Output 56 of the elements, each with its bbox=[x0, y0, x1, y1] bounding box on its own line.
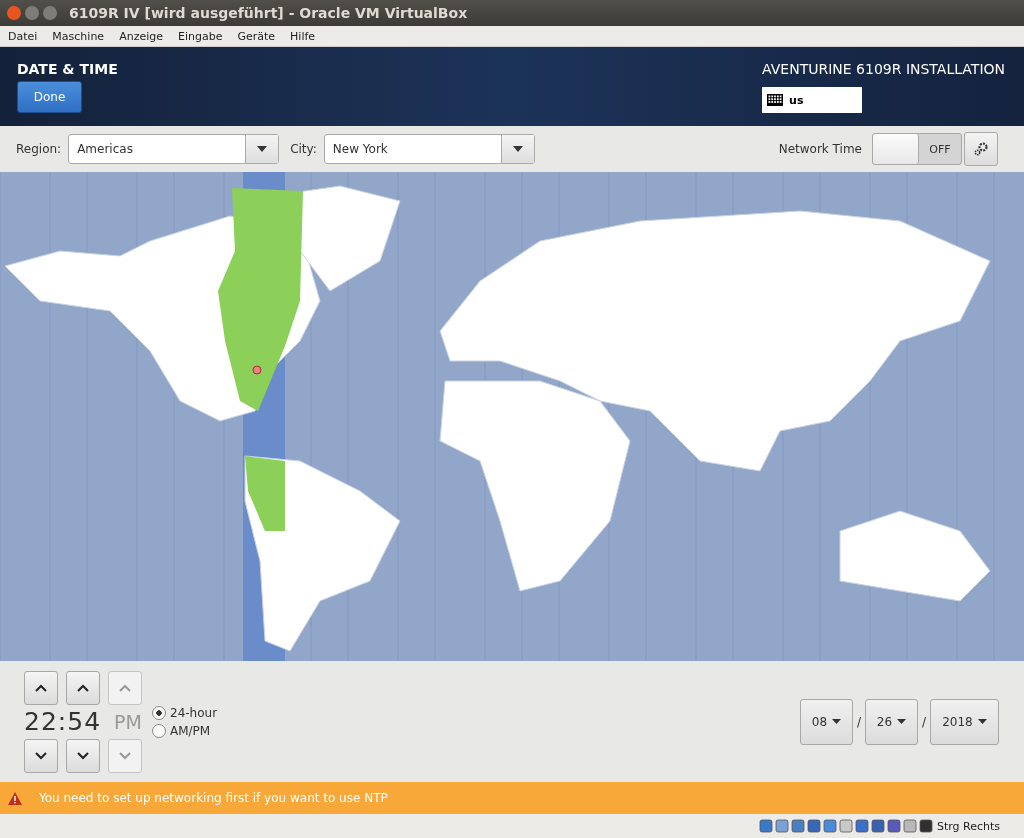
date-dropdown[interactable]: 26 bbox=[864, 698, 918, 745]
product-title: AVENTURINE 6109R INSTALLATION bbox=[762, 61, 1005, 77]
network-time-switch[interactable]: OFF bbox=[872, 133, 962, 165]
caret-icon bbox=[257, 146, 268, 152]
hour-down-button[interactable] bbox=[24, 738, 58, 773]
chevron-up-icon bbox=[35, 683, 47, 692]
minimize-button[interactable] bbox=[25, 6, 39, 20]
maximize-button[interactable] bbox=[43, 6, 57, 20]
menu-item[interactable]: Hilfe bbox=[282, 29, 323, 43]
close-button[interactable] bbox=[7, 6, 21, 20]
keyboard-layout-indicator[interactable]: us bbox=[762, 87, 863, 113]
caret-icon bbox=[977, 719, 987, 724]
hour-up-button[interactable] bbox=[24, 670, 58, 705]
host-key-label: Strg Rechts bbox=[936, 819, 1000, 833]
city-label: City: bbox=[290, 142, 317, 156]
window-title: 6109R IV [wird ausgeführt] - Oracle VM VirtualBox bbox=[69, 5, 468, 21]
caret-icon bbox=[832, 719, 842, 724]
chevron-down-icon bbox=[119, 751, 131, 760]
menu-item[interactable]: Maschine bbox=[44, 29, 112, 43]
chevron-down-icon bbox=[77, 751, 89, 760]
device-icon[interactable] bbox=[806, 819, 821, 833]
warning-message: You need to set up networking first if you want to use NTP bbox=[39, 791, 388, 805]
menu-item[interactable]: Datei bbox=[0, 29, 45, 43]
device-icon[interactable] bbox=[870, 819, 885, 833]
format-radio[interactable]: AM/PM bbox=[152, 723, 218, 738]
region-dropdown[interactable]: Americas bbox=[68, 134, 280, 164]
menu-item[interactable]: Anzeige bbox=[111, 29, 170, 43]
region-label: Region: bbox=[16, 142, 62, 156]
minute-up-button[interactable] bbox=[66, 670, 100, 705]
date-separator: / bbox=[856, 714, 861, 729]
device-icon[interactable] bbox=[886, 819, 901, 833]
caret-icon bbox=[512, 146, 523, 152]
date-dropdown[interactable]: 2018 bbox=[930, 698, 999, 745]
menu-item[interactable]: Geräte bbox=[229, 29, 283, 43]
device-icon[interactable] bbox=[918, 819, 933, 833]
date-separator: / bbox=[921, 714, 926, 729]
date-dropdown[interactable]: 08 bbox=[799, 698, 853, 745]
time-display: 22:54 bbox=[24, 707, 100, 736]
warning-icon bbox=[8, 791, 22, 805]
minute-down-button[interactable] bbox=[66, 738, 100, 773]
ampm-display: PM bbox=[114, 710, 142, 733]
chevron-up-icon bbox=[77, 683, 89, 692]
page-title: DATE & TIME bbox=[17, 61, 118, 77]
keyboard-icon bbox=[767, 94, 784, 106]
menu-item[interactable]: Eingabe bbox=[170, 29, 230, 43]
world-map-drawing[interactable] bbox=[0, 172, 1024, 661]
settings-icon bbox=[973, 141, 989, 157]
city-dropdown[interactable]: New York bbox=[323, 134, 535, 164]
device-icon[interactable] bbox=[854, 819, 869, 833]
caret-icon bbox=[897, 719, 907, 724]
network-time-label: Network Time bbox=[778, 142, 862, 156]
chevron-down-icon bbox=[35, 751, 47, 760]
settings-button[interactable] bbox=[964, 132, 998, 166]
format-radio[interactable]: 24-hour bbox=[152, 705, 218, 720]
chevron-up-icon bbox=[119, 683, 131, 692]
done-button[interactable]: Done bbox=[17, 81, 82, 113]
